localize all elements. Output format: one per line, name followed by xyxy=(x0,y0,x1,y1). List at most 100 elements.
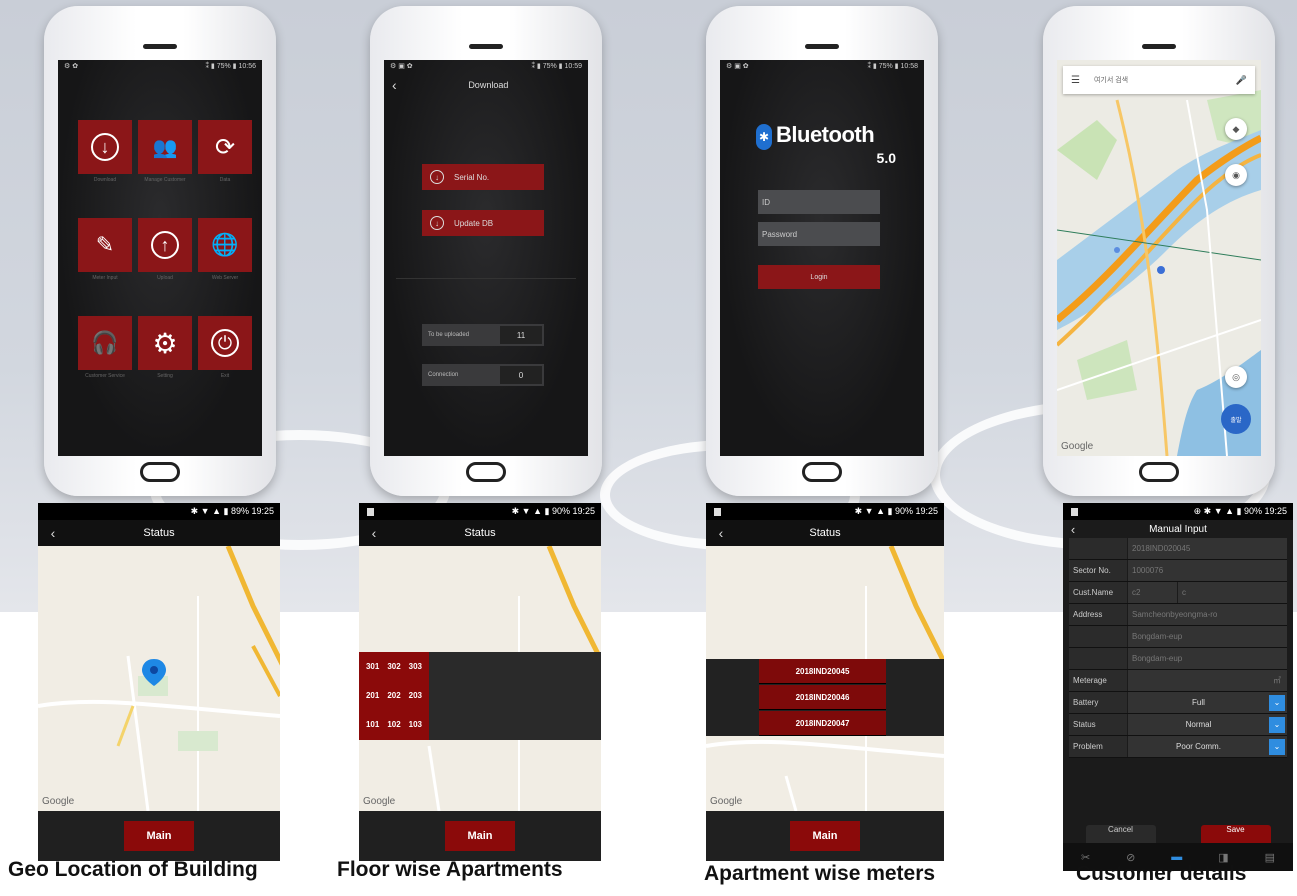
menu-grid: ↓ Download 👥 Manage Customer ⟳ Data ✎ Meter … xyxy=(78,120,252,408)
main-button[interactable]: Main xyxy=(445,821,515,851)
meter-id: 2018IND20047 xyxy=(795,718,850,728)
status-right: ⊕ ✱ ▼ ▲ ▮ 90% 19:25 xyxy=(1193,506,1287,516)
status-select[interactable]: Normal ⌄ xyxy=(1127,714,1287,735)
custname-first[interactable]: c2 xyxy=(1127,582,1177,603)
download-screen: ⚙ ▣ ✿ ⁑ ▮ 75% ▮ 10:59 ‹ Download ↓ Seria… xyxy=(384,60,588,456)
map-view[interactable]: 2018IND20045 2018IND20046 2018IND20047 G… xyxy=(706,546,944,811)
main-label: Main xyxy=(467,830,493,842)
chevron-down-icon[interactable]: ⌄ xyxy=(1269,694,1285,711)
manage-customer-tile[interactable]: 👥 xyxy=(138,120,192,174)
update-db-button[interactable]: ↓ Update DB xyxy=(422,210,544,236)
status-bar: ✱ ▼ ▲ ▮ 89% 19:25 xyxy=(38,503,280,520)
meterage-label: Meterage xyxy=(1069,670,1127,691)
apartment-cell[interactable]: 202 xyxy=(387,691,400,700)
google-logo: Google xyxy=(363,796,396,807)
back-button[interactable]: ‹ xyxy=(1063,522,1083,537)
main-label: Main xyxy=(812,830,838,842)
address-label: Address xyxy=(1069,604,1127,625)
connection-value: 0 xyxy=(500,366,542,384)
phone-map: ☰ 여기서 검색 🎤 ◆ ◉ ◎ 출발 Google xyxy=(1043,6,1275,496)
status-right: ⁑ ▮ 75% ▮ 10:59 xyxy=(531,63,582,70)
cancel-button[interactable]: Cancel xyxy=(1085,825,1156,843)
apartment-cell[interactable]: 201 xyxy=(366,691,379,700)
download-tile[interactable]: ↓ xyxy=(78,120,132,174)
address-line-3[interactable]: Bongdam-eup xyxy=(1127,648,1287,669)
meter-input-tile[interactable]: ✎ xyxy=(78,218,132,272)
main-bar: Main xyxy=(38,811,280,861)
status-right: ⁑ ▮ 75% ▮ 10:58 xyxy=(867,63,918,70)
login-button[interactable]: Login xyxy=(758,265,880,289)
serial-no-button[interactable]: ↓ Serial No. xyxy=(422,164,544,190)
layers-button[interactable]: ◆ xyxy=(1225,118,1247,140)
serial-value[interactable]: 2018IND020045 xyxy=(1127,538,1287,559)
map-view[interactable]: ☰ 여기서 검색 🎤 ◆ ◉ ◎ 출발 Google xyxy=(1057,60,1261,456)
meter-item[interactable]: 2018IND20047 xyxy=(759,711,886,736)
refresh-drop-icon: ⟳ xyxy=(214,133,236,161)
page-title: Manual Input xyxy=(1149,523,1207,535)
my-location-button[interactable]: ◎ xyxy=(1225,366,1247,388)
save-button[interactable]: Save xyxy=(1200,825,1271,843)
upload-tile[interactable]: ↑ xyxy=(138,218,192,272)
upload-icon: ↑ xyxy=(151,231,179,259)
web-server-tile[interactable]: 🌐 xyxy=(198,218,252,272)
hamburger-menu-icon[interactable]: ☰ xyxy=(1071,75,1080,86)
battery-select[interactable]: Full ⌄ xyxy=(1127,692,1287,713)
map-view[interactable]: Google xyxy=(38,546,280,811)
custname-row: Cust.Name c2 c xyxy=(1069,582,1287,604)
directions-button[interactable]: 출발 xyxy=(1221,404,1251,434)
google-logo: Google xyxy=(1061,441,1094,452)
id-field[interactable]: ID xyxy=(758,190,880,214)
address-line-1[interactable]: Samcheonbyeongma-ro xyxy=(1127,604,1287,625)
meter-item[interactable]: 2018IND20045 xyxy=(759,659,886,684)
chevron-down-icon[interactable]: ⌄ xyxy=(1269,738,1285,755)
bluetooth-version: 5.0 xyxy=(876,150,896,166)
apartment-cell[interactable]: 101 xyxy=(366,720,379,729)
back-button[interactable]: ‹ xyxy=(359,525,389,541)
manual-input-screen: ⊕ ✱ ▼ ▲ ▮ 90% 19:25 ‹ Manual Input 2018I… xyxy=(1063,503,1293,871)
status-left: ⚙ ✿ xyxy=(64,63,79,70)
map-view[interactable]: 301 302 303 201 202 203 101 102 103 Google xyxy=(359,546,601,811)
apartment-cell[interactable]: 302 xyxy=(387,662,400,671)
apartment-cell[interactable]: 203 xyxy=(409,691,422,700)
custname-second[interactable]: c xyxy=(1177,582,1287,603)
meters-status-screen: ✱ ▼ ▲ ▮ 90% 19:25 ‹ Status 2018IND20045 … xyxy=(706,503,944,861)
sector-row: Sector No. 1000076 xyxy=(1069,560,1287,582)
home-button xyxy=(466,462,506,482)
clipboard-icon[interactable]: ▤ xyxy=(1265,851,1275,864)
setting-tile[interactable]: ⚙ xyxy=(138,316,192,370)
password-field[interactable]: Password xyxy=(758,222,880,246)
apartment-cell[interactable]: 103 xyxy=(409,720,422,729)
phone-speaker xyxy=(1142,44,1176,49)
microphone-icon[interactable]: 🎤 xyxy=(1236,75,1247,86)
meter-item[interactable]: 2018IND20046 xyxy=(759,685,886,710)
compass-button[interactable]: ◉ xyxy=(1225,164,1247,186)
phone-menu: ⚙ ✿ ⁑ ▮ 75% ▮ 10:56 ↓ Download 👥 Manage Cu… xyxy=(44,6,276,496)
main-label: Main xyxy=(146,830,172,842)
data-tile[interactable]: ⟳ xyxy=(198,120,252,174)
status-right: ✱ ▼ ▲ ▮ 90% 19:25 xyxy=(511,506,595,516)
serial-label xyxy=(1069,538,1127,559)
tile-caption: Exit xyxy=(220,373,230,379)
main-button[interactable]: Main xyxy=(790,821,860,851)
main-button[interactable]: Main xyxy=(124,821,194,851)
customer-service-tile[interactable]: 🎧 xyxy=(78,316,132,370)
map-roads xyxy=(38,546,280,811)
apartment-cell[interactable]: 102 xyxy=(387,720,400,729)
address-line-2[interactable]: Bongdam-eup xyxy=(1127,626,1287,647)
sector-value[interactable]: 1000076 xyxy=(1127,560,1287,581)
back-button[interactable]: ‹ xyxy=(706,525,736,541)
apartment-cell[interactable]: 301 xyxy=(366,662,379,671)
chevron-down-icon[interactable]: ⌄ xyxy=(1269,716,1285,733)
tile-caption: Data xyxy=(219,177,231,183)
back-button[interactable]: ‹ xyxy=(38,525,68,541)
geo-status-screen: ✱ ▼ ▲ ▮ 89% 19:25 ‹ Status Google Main xyxy=(38,503,280,861)
problem-select[interactable]: Poor Comm. ⌄ xyxy=(1127,736,1287,757)
tile-caption: Customer Service xyxy=(85,373,125,379)
status-bar: ⚙ ▣ ✿ ⁑ ▮ 75% ▮ 10:58 xyxy=(720,60,924,74)
exit-tile[interactable]: ⏻ xyxy=(198,316,252,370)
search-input[interactable]: 여기서 검색 xyxy=(1094,75,1222,85)
problem-value: Poor Comm. xyxy=(1176,742,1221,751)
meterage-input[interactable]: ㎥ xyxy=(1127,670,1287,691)
apartment-cell[interactable]: 303 xyxy=(409,662,422,671)
search-bar[interactable]: ☰ 여기서 검색 🎤 xyxy=(1063,66,1255,94)
